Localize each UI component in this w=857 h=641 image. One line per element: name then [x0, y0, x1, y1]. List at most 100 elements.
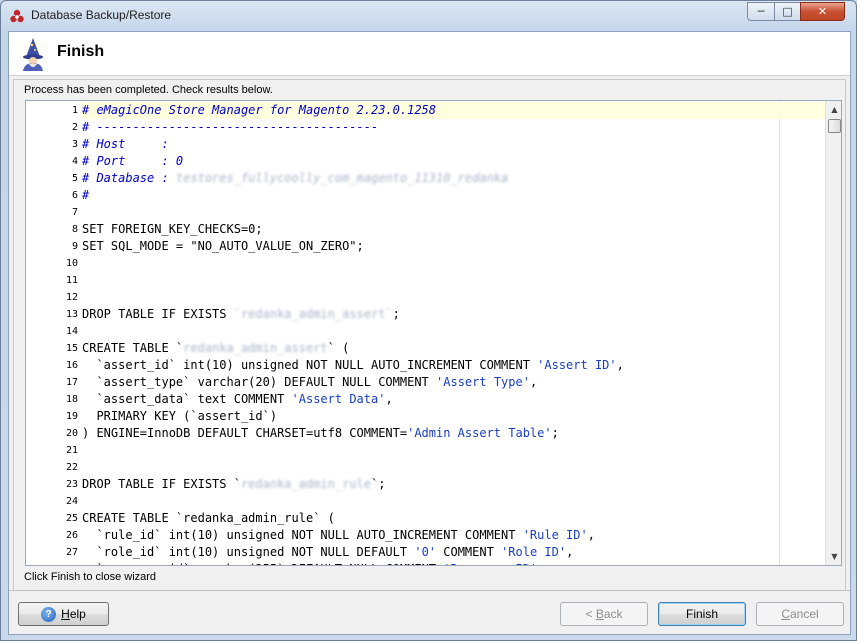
back-button[interactable]: < Back: [560, 602, 648, 626]
page-title: Finish: [57, 43, 105, 60]
close-button[interactable]: ✕: [800, 2, 845, 21]
code-line: # Host :: [82, 136, 825, 153]
code-token: SET FOREIGN_KEY_CHECKS=0;: [82, 222, 263, 236]
code-line: `role_id` int(10) unsigned NOT NULL DEFA…: [82, 544, 825, 561]
line-number: 8: [71, 224, 78, 235]
code-token: CREATE TABLE `: [82, 341, 184, 355]
code-line: `resource_id` varchar(255) DEFAULT NULL …: [82, 561, 825, 565]
line-number: 15: [65, 343, 78, 354]
finish-button-label: Finish: [685, 607, 718, 621]
code-token: SET SQL_MODE = "NO_AUTO_VALUE_ON_ZERO";: [82, 239, 364, 253]
code-line: SET FOREIGN_KEY_CHECKS=0;: [82, 221, 825, 238]
line-number: 22: [65, 462, 78, 473]
code-token: `role_id` int(10) unsigned NOT NULL DEFA…: [82, 545, 415, 559]
minimize-button[interactable]: ─: [747, 2, 774, 21]
line-number: 20: [65, 428, 78, 439]
help-icon: ?: [41, 606, 57, 622]
cancel-button[interactable]: Cancel: [756, 602, 844, 626]
line-number: 28: [26, 561, 78, 565]
code-token: `assert_data` text COMMENT: [82, 392, 292, 406]
code-line: `assert_id` int(10) unsigned NOT NULL AU…: [82, 357, 825, 374]
help-button-label: Help: [61, 607, 86, 621]
code-token: redanka_admin_assert: [183, 341, 328, 355]
window-title: Database Backup/Restore: [31, 8, 172, 22]
code-line: # Port : 0: [82, 153, 825, 170]
code-line: # eMagicOne Store Manager for Magento 2.…: [82, 102, 825, 119]
code-token: # eMagicOne Store Manager for Magento 2.…: [82, 103, 437, 117]
code-area[interactable]: # eMagicOne Store Manager for Magento 2.…: [82, 101, 825, 565]
line-number: 23: [65, 479, 78, 490]
line-number: 5: [71, 173, 78, 184]
code-token: '0': [414, 545, 437, 559]
code-line: SET SQL_MODE = "NO_AUTO_VALUE_ON_ZERO";: [82, 238, 825, 255]
code-token: 'Assert Type': [436, 375, 530, 389]
process-message: Process has been completed. Check result…: [24, 84, 273, 96]
finish-button[interactable]: Finish: [658, 602, 746, 626]
line-number: 16: [65, 360, 78, 371]
line-number: 14: [65, 326, 78, 337]
code-token: # --------------------------------------…: [82, 120, 379, 134]
code-token: ,: [616, 358, 624, 372]
scroll-down-icon[interactable]: ▼: [826, 548, 841, 565]
code-line: `assert_data` text COMMENT 'Assert Data'…: [82, 391, 825, 408]
line-number: 21: [65, 445, 78, 456]
scroll-up-icon[interactable]: ▲: [826, 101, 841, 118]
code-line: # Database : testores_fullycoolly_com_ma…: [82, 170, 825, 187]
line-number: 19: [65, 411, 78, 422]
wizard-header: Finish: [9, 32, 850, 76]
code-token: ) ENGINE=InnoDB DEFAULT CHARSET=utf8 COM…: [82, 426, 408, 440]
code-token: COMMENT: [436, 545, 502, 559]
close-icon: ✕: [817, 5, 828, 18]
code-line: CREATE TABLE `redanka_admin_assert` (: [82, 340, 825, 357]
line-number: 12: [65, 292, 78, 303]
code-token: ,: [587, 528, 595, 542]
line-number: 13: [65, 309, 78, 320]
code-line: DROP TABLE IF EXISTS `redanka_admin_rule…: [82, 476, 825, 493]
line-number-gutter: 1 2 3 4 5 6 7 8 9 10 11 12 13 14 15 16 17 18 19 20 21 22 23 24 2…: [26, 101, 82, 565]
code-token: ,: [529, 375, 538, 389]
code-line: ) ENGINE=InnoDB DEFAULT CHARSET=utf8 COM…: [82, 425, 825, 442]
back-button-label: < Back: [585, 607, 623, 621]
code-token: 'Assert Data': [291, 392, 386, 406]
code-line: CREATE TABLE `redanka_admin_rule` (: [82, 510, 825, 527]
line-number: 10: [65, 258, 78, 269]
code-token: 'Assert ID': [537, 358, 617, 372]
vertical-scrollbar[interactable]: ▲ ▼: [825, 101, 841, 565]
code-token: testores_fullycoolly_com_magento_11310_r…: [175, 171, 509, 185]
code-token: DROP TABLE IF EXISTS `: [82, 477, 241, 491]
code-token: ;: [392, 307, 400, 321]
help-button[interactable]: ? Help: [18, 602, 109, 626]
code-token: redanka_admin_rule: [240, 477, 371, 491]
line-number: 18: [65, 394, 78, 405]
code-token: `redanka_admin_assert`: [233, 307, 393, 321]
scroll-thumb[interactable]: [828, 119, 841, 133]
line-number: 1: [71, 105, 78, 116]
title-bar[interactable]: Database Backup/Restore ─ □ ✕: [1, 1, 856, 31]
results-editor[interactable]: 1 2 3 4 5 6 7 8 9 10 11 12 13 14 15 16 17 18 19 20 21 22 23 24 2…: [25, 100, 842, 566]
line-number: 24: [65, 496, 78, 507]
line-number: 27: [65, 547, 78, 558]
maximize-icon: □: [782, 5, 793, 18]
code-token: 'Rule ID': [522, 528, 588, 542]
code-token: ;: [551, 426, 559, 440]
line-number: 2: [71, 122, 78, 133]
code-line: #: [82, 187, 825, 204]
app-logo-icon: [10, 9, 24, 23]
code-line: `rule_id` int(10) unsigned NOT NULL AUTO…: [82, 527, 825, 544]
code-token: `;: [371, 477, 386, 491]
code-token: 'Role ID': [501, 545, 567, 559]
code-token: ` (: [327, 341, 350, 355]
wizard-client-area: Finish Process has been completed. Check…: [8, 31, 851, 635]
line-number: 6: [71, 190, 78, 201]
code-token: ,: [385, 392, 393, 406]
minimize-icon: ─: [757, 5, 765, 18]
maximize-button[interactable]: □: [774, 2, 800, 21]
line-number: 3: [71, 139, 78, 150]
